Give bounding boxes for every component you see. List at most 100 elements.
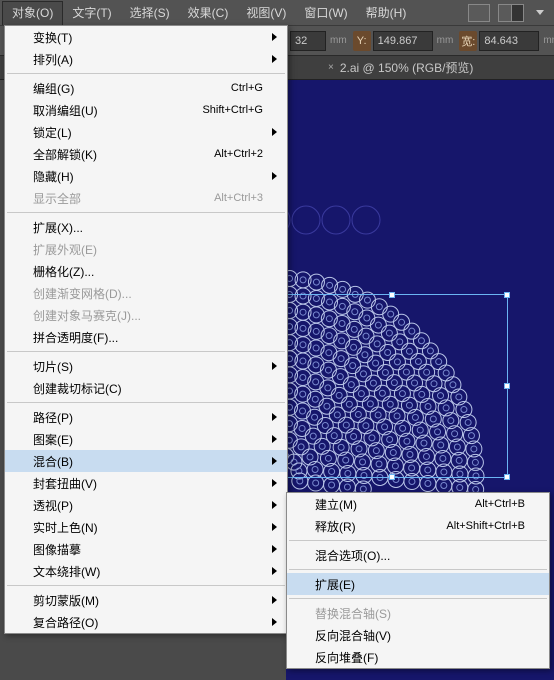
w-label: 宽: — [459, 31, 477, 51]
submenu-arrow-icon — [272, 435, 277, 443]
handle-tr[interactable] — [504, 292, 510, 298]
separator — [7, 73, 285, 74]
menu-item-label: 剪切蒙版(M) — [33, 592, 99, 609]
handle-tm[interactable] — [389, 292, 395, 298]
menu-item-label: 显示全部 — [33, 190, 81, 207]
menu-item[interactable]: 文本绕排(W) — [5, 560, 287, 582]
shortcut: Ctrl+G — [231, 82, 263, 94]
menu-item[interactable]: 锁定(L) — [5, 121, 287, 143]
menu-item[interactable]: 编组(G) Ctrl+G — [5, 77, 287, 99]
shortcut: Shift+Ctrl+G — [202, 104, 263, 116]
menu-item-label: 取消编组(U) — [33, 102, 98, 119]
menu-item[interactable]: 透视(P) — [5, 494, 287, 516]
menu-item[interactable]: 反向堆叠(F) — [287, 646, 549, 668]
shortcut: Alt+Ctrl+B — [475, 498, 525, 510]
menu-item: 创建对象马赛克(J)... — [5, 304, 287, 326]
menu-item[interactable]: 扩展(E) — [287, 573, 549, 595]
menu-item[interactable]: 切片(S) — [5, 355, 287, 377]
submenu-arrow-icon — [272, 362, 277, 370]
workspace-icon[interactable] — [498, 4, 524, 22]
menu-item[interactable]: 实时上色(N) — [5, 516, 287, 538]
menu-item[interactable]: 释放(R)Alt+Shift+Ctrl+B — [287, 515, 549, 537]
submenu-arrow-icon — [272, 413, 277, 421]
submenu-arrow-icon — [272, 596, 277, 604]
menu-item-label: 扩展外观(E) — [33, 241, 97, 258]
x-field: mm — [290, 31, 347, 51]
menu-effect[interactable]: 效果(C) — [179, 1, 238, 25]
menu-item[interactable]: 反向混合轴(V) — [287, 624, 549, 646]
submenu-arrow-icon — [272, 33, 277, 41]
x-input[interactable] — [290, 31, 326, 51]
menu-item[interactable]: 拼合透明度(F)... — [5, 326, 287, 348]
handle-mr[interactable] — [504, 383, 510, 389]
submenu-arrow-icon — [272, 618, 277, 626]
menu-item[interactable]: 排列(A) — [5, 48, 287, 70]
menu-item-label: 图像描摹 — [33, 541, 81, 558]
menu-item-label: 排列(A) — [33, 51, 73, 68]
y-field: Y: mm — [353, 31, 454, 51]
submenu-arrow-icon — [272, 128, 277, 136]
y-input[interactable] — [373, 31, 433, 51]
submenu-arrow-icon — [272, 479, 277, 487]
menu-item[interactable]: 变换(T) — [5, 26, 287, 48]
object-menu-dropdown: 变换(T) 排列(A) 编组(G) Ctrl+G 取消编组(U) Shift+Ctrl+G… — [4, 25, 288, 634]
menu-item-label: 切片(S) — [33, 358, 73, 375]
menu-item-label: 编组(G) — [33, 80, 74, 97]
menu-item-label: 全部解锁(K) — [33, 146, 97, 163]
submenu-arrow-icon — [272, 501, 277, 509]
handle-br[interactable] — [504, 474, 510, 480]
menu-item-label: 建立(M) — [315, 496, 357, 513]
menu-item: 显示全部 Alt+Ctrl+3 — [5, 187, 287, 209]
menu-item[interactable]: 图像描摹 — [5, 538, 287, 560]
menu-item[interactable]: 创建裁切标记(C) — [5, 377, 287, 399]
w-field: 宽: mm — [459, 31, 554, 51]
doc-icon[interactable] — [468, 4, 490, 22]
chevron-down-icon[interactable] — [536, 10, 544, 15]
y-label: Y: — [353, 31, 371, 51]
menu-item-label: 封套扭曲(V) — [33, 475, 97, 492]
menu-item-label: 混合(B) — [33, 453, 73, 470]
document-tab[interactable]: × 2.ai @ 150% (RGB/预览) — [320, 59, 481, 76]
menu-item[interactable]: 隐藏(H) — [5, 165, 287, 187]
menubar: 对象(O) 文字(T) 选择(S) 效果(C) 视图(V) 窗口(W) 帮助(H… — [0, 0, 554, 26]
menu-window[interactable]: 窗口(W) — [295, 1, 356, 25]
menu-item[interactable]: 路径(P) — [5, 406, 287, 428]
shortcut: Alt+Ctrl+2 — [214, 148, 263, 160]
w-input[interactable] — [479, 31, 539, 51]
menu-object[interactable]: 对象(O) — [2, 1, 63, 25]
menu-select[interactable]: 选择(S) — [121, 1, 179, 25]
menu-item-label: 锁定(L) — [33, 124, 72, 141]
menubar-right-icons — [468, 4, 552, 22]
shortcut: Alt+Ctrl+3 — [214, 192, 263, 204]
menu-view[interactable]: 视图(V) — [237, 1, 295, 25]
menu-item-label: 创建对象马赛克(J)... — [33, 307, 141, 324]
menu-item[interactable]: 建立(M) Alt+Ctrl+B — [287, 493, 549, 515]
menu-item[interactable]: 图案(E) — [5, 428, 287, 450]
close-icon[interactable]: × — [328, 62, 334, 73]
separator — [289, 540, 547, 541]
menu-item: 扩展外观(E) — [5, 238, 287, 260]
handle-bm[interactable] — [389, 474, 395, 480]
menu-item[interactable]: 全部解锁(K) Alt+Ctrl+2 — [5, 143, 287, 165]
menu-item-label: 变换(T) — [33, 29, 72, 46]
menu-text[interactable]: 文字(T) — [63, 1, 120, 25]
menu-item[interactable]: 复合路径(O) — [5, 611, 287, 633]
submenu-arrow-icon — [272, 172, 277, 180]
menu-item-label: 释放(R) — [315, 518, 356, 535]
submenu-arrow-icon — [272, 55, 277, 63]
menu-item: 替换混合轴(S) — [287, 602, 549, 624]
menu-item[interactable]: 混合(B) — [5, 450, 287, 472]
menu-item[interactable]: 混合选项(O)... — [287, 544, 549, 566]
menu-item[interactable]: 栅格化(Z)... — [5, 260, 287, 282]
submenu-arrow-icon — [272, 567, 277, 575]
separator — [289, 598, 547, 599]
menu-item[interactable]: 取消编组(U) Shift+Ctrl+G — [5, 99, 287, 121]
menu-item[interactable]: 封套扭曲(V) — [5, 472, 287, 494]
menu-item[interactable]: 剪切蒙版(M) — [5, 589, 287, 611]
menu-item-label: 透视(P) — [33, 497, 73, 514]
menu-help[interactable]: 帮助(H) — [357, 1, 416, 25]
separator — [289, 569, 547, 570]
menu-item-label: 混合选项(O)... — [315, 547, 390, 564]
tab-title: 2.ai @ 150% (RGB/预览) — [340, 59, 474, 76]
menu-item[interactable]: 扩展(X)... — [5, 216, 287, 238]
